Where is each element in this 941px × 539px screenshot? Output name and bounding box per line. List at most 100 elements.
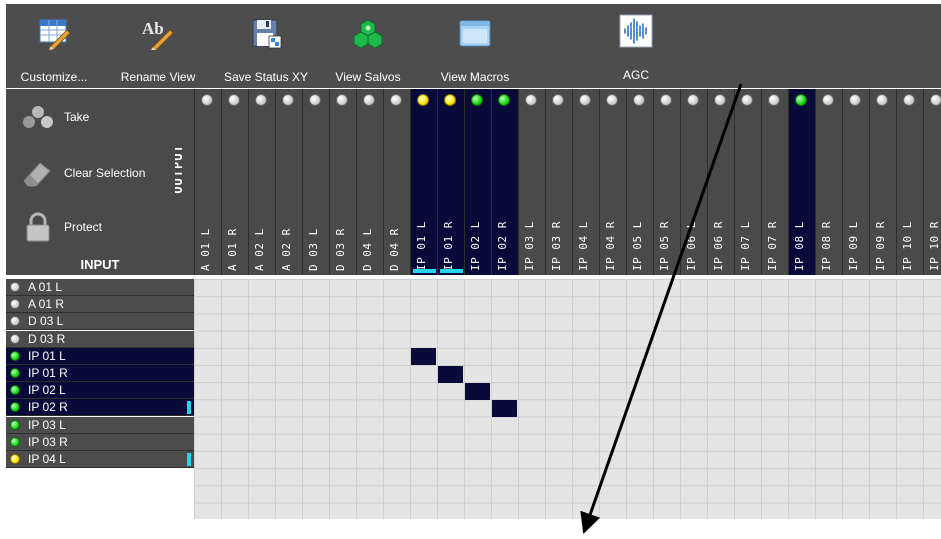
status-indicator-icon <box>201 94 213 106</box>
output-label: D 03 L <box>307 228 320 271</box>
status-indicator-icon <box>255 94 267 106</box>
agc-label: AGC <box>622 68 649 82</box>
output-column[interactable]: IP 06 R <box>707 89 734 275</box>
output-column[interactable]: IP 08 R <box>815 89 842 275</box>
output-column[interactable]: IP 05 R <box>653 89 680 275</box>
output-column[interactable]: IP 08 L <box>788 89 815 275</box>
input-row[interactable]: IP 03 R <box>6 433 194 451</box>
output-column[interactable]: IP 10 R <box>923 89 941 275</box>
take-button[interactable]: Take <box>6 97 166 137</box>
rename-view-button[interactable]: Ab Rename View <box>112 4 204 88</box>
output-column[interactable]: A 01 L <box>194 89 221 275</box>
status-indicator-icon <box>10 368 20 378</box>
output-label: A 01 R <box>226 228 239 271</box>
waveform-icon <box>619 14 653 48</box>
agc-button[interactable]: AGC <box>611 4 661 88</box>
input-label: IP 04 L <box>28 452 66 466</box>
output-column[interactable]: IP 07 L <box>734 89 761 275</box>
take-label: Take <box>64 110 90 124</box>
output-label: IP 04 L <box>577 221 590 271</box>
input-row[interactable]: D 03 R <box>6 330 194 348</box>
input-row[interactable]: IP 02 R <box>6 399 194 417</box>
output-label: IP 01 R <box>442 221 455 271</box>
customize-button[interactable]: Customize... <box>12 4 96 88</box>
output-column[interactable]: IP 06 L <box>680 89 707 275</box>
output-column[interactable]: IP 02 R <box>491 89 518 275</box>
crosspoint-grid[interactable] <box>194 279 941 519</box>
output-column[interactable]: IP 10 L <box>896 89 923 275</box>
output-column[interactable]: A 01 R <box>221 89 248 275</box>
eraser-icon <box>23 162 51 187</box>
output-column[interactable]: IP 09 L <box>842 89 869 275</box>
output-label: OUTPUT <box>175 144 185 193</box>
selection-marker <box>187 401 191 415</box>
output-column[interactable]: IP 01 L <box>410 89 437 275</box>
output-label: IP 05 L <box>631 221 644 271</box>
input-row[interactable]: IP 03 L <box>6 416 194 434</box>
input-row[interactable]: A 01 R <box>6 296 194 314</box>
input-label: IP 03 L <box>28 417 66 432</box>
input-label: A 01 L <box>28 280 63 294</box>
input-label: INPUT <box>80 257 120 272</box>
output-column[interactable]: A 02 R <box>275 89 302 275</box>
input-row[interactable]: IP 02 L <box>6 382 194 400</box>
status-indicator-icon <box>10 282 20 292</box>
protect-label: Protect <box>64 220 103 234</box>
output-column[interactable]: D 03 R <box>329 89 356 275</box>
crosspoint-connection[interactable] <box>411 348 436 366</box>
output-label: IP 03 R <box>550 221 563 271</box>
status-indicator-icon <box>714 94 726 106</box>
output-columns: A 01 L A 01 R A 02 L A 02 R D 03 L D 03 R D 04… <box>194 89 941 275</box>
input-label: IP 02 L <box>28 383 66 398</box>
view-salvos-button[interactable]: View Salvos <box>328 4 408 88</box>
output-column[interactable]: IP 01 R <box>437 89 464 275</box>
status-indicator-icon <box>633 94 645 106</box>
output-label: A 01 L <box>199 228 212 271</box>
output-label: IP 08 R <box>820 221 833 271</box>
output-label: IP 08 L <box>793 221 806 271</box>
view-macros-button[interactable]: View Macros <box>430 4 520 88</box>
clear-selection-button[interactable]: Clear Selection <box>6 153 166 193</box>
output-column[interactable]: IP 09 R <box>869 89 896 275</box>
salvos-icon <box>353 19 383 49</box>
output-column[interactable]: IP 04 L <box>572 89 599 275</box>
save-status-xy-button[interactable]: Save Status XY <box>218 4 314 88</box>
output-column[interactable]: D 04 R <box>383 89 410 275</box>
output-column[interactable]: IP 04 R <box>599 89 626 275</box>
status-indicator-icon <box>10 436 20 447</box>
input-row[interactable]: D 03 L <box>6 313 194 331</box>
toolbar: Customize... Ab Rename View Save Status … <box>6 4 941 88</box>
output-column[interactable]: D 03 L <box>302 89 329 275</box>
input-row[interactable]: IP 01 L <box>6 347 194 365</box>
lock-icon <box>26 212 50 242</box>
output-column[interactable]: IP 05 L <box>626 89 653 275</box>
output-label: A 02 L <box>253 228 266 271</box>
matrix-controls: Take Clear Selection Protect OUTPUT INPU… <box>6 89 194 275</box>
router-matrix-window: Customize... Ab Rename View Save Status … <box>6 4 941 519</box>
view-salvos-label: View Salvos <box>335 70 401 84</box>
output-label: IP 06 R <box>712 221 725 271</box>
crosspoint-connection[interactable] <box>465 382 490 400</box>
rename-pencil-icon: Ab <box>142 19 174 50</box>
input-row[interactable]: IP 01 R <box>6 365 194 382</box>
crosspoint-connection[interactable] <box>492 399 517 417</box>
crosspoint-connection[interactable] <box>438 365 463 383</box>
save-disk-icon <box>252 19 282 49</box>
output-column[interactable]: IP 07 R <box>761 89 788 275</box>
output-column[interactable]: IP 03 R <box>545 89 572 275</box>
output-label: IP 07 R <box>766 221 779 271</box>
output-label: D 04 R <box>388 228 401 271</box>
status-indicator-icon <box>10 316 20 327</box>
protect-button[interactable]: Protect <box>6 207 166 247</box>
rename-view-label: Rename View <box>120 70 196 84</box>
input-row[interactable]: A 01 L <box>6 279 194 296</box>
output-column[interactable]: IP 03 L <box>518 89 545 275</box>
input-row[interactable]: IP 04 L <box>6 451 194 468</box>
status-indicator-icon <box>849 94 861 106</box>
output-column[interactable]: A 02 L <box>248 89 275 275</box>
status-indicator-icon <box>10 299 20 310</box>
status-indicator-icon <box>903 94 915 106</box>
output-column[interactable]: IP 02 L <box>464 89 491 275</box>
input-label: A 01 R <box>28 297 65 312</box>
output-column[interactable]: D 04 L <box>356 89 383 275</box>
